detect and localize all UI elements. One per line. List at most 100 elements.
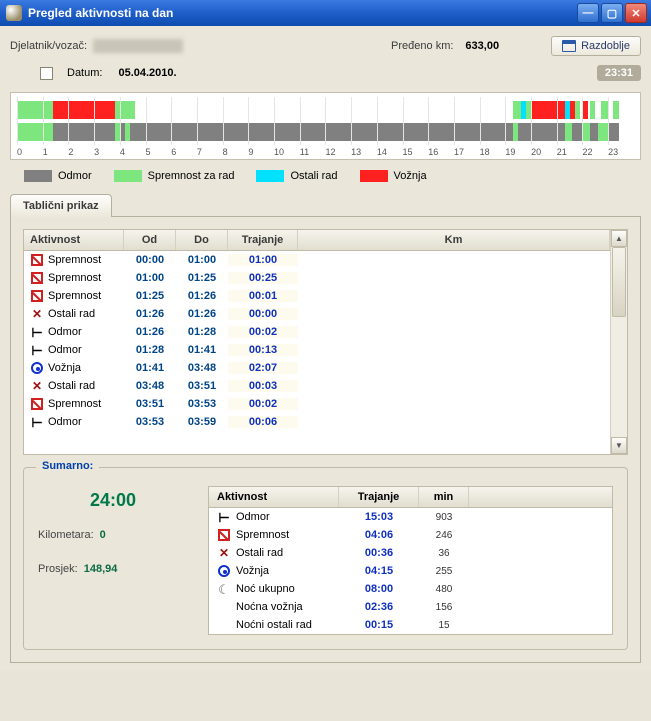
summary-row: ☾Noć ukupno08:00480 xyxy=(209,580,612,598)
to-cell: 01:41 xyxy=(176,344,228,356)
sum-duration-cell: 00:15 xyxy=(339,619,419,631)
legend-ready: Spremnost za rad xyxy=(148,170,235,182)
duration-cell: 00:00 xyxy=(228,308,298,320)
duration-cell: 00:06 xyxy=(228,416,298,428)
tick-label: 13 xyxy=(351,147,377,157)
from-cell: 03:53 xyxy=(124,416,176,428)
sum-min-cell: 480 xyxy=(419,584,469,595)
col-duration[interactable]: Trajanje xyxy=(228,230,298,250)
activity-cell: Spremnost xyxy=(48,254,101,266)
sum-min-cell: 255 xyxy=(419,566,469,577)
timeline-segment xyxy=(590,123,598,141)
activity-grid: Aktivnost Od Do Trajanje Km Spremnost00:… xyxy=(23,229,628,455)
summary-km-label: Kilometara: xyxy=(38,529,94,541)
close-button[interactable]: ✕ xyxy=(625,3,647,23)
tab-table-view[interactable]: Tablični prikaz xyxy=(10,194,112,217)
timeline-segment xyxy=(601,101,609,119)
date-label: Datum: xyxy=(67,67,102,79)
to-cell: 01:26 xyxy=(176,308,228,320)
from-cell: 03:51 xyxy=(124,398,176,410)
from-cell: 01:26 xyxy=(124,308,176,320)
table-row[interactable]: ✕Ostali rad03:4803:5100:03 xyxy=(24,377,610,395)
scroll-thumb[interactable] xyxy=(612,247,626,317)
other-swatch xyxy=(256,170,284,182)
from-cell: 01:25 xyxy=(124,290,176,302)
table-row[interactable]: Spremnost 01:2501:2600:01 xyxy=(24,287,610,305)
date-checkbox[interactable] xyxy=(40,67,53,80)
tick-label: 18 xyxy=(480,147,506,157)
table-row[interactable]: Spremnost01:0001:2500:25 xyxy=(24,269,610,287)
activity-cell: Spremnost xyxy=(48,398,101,410)
to-cell: 03:48 xyxy=(176,362,228,374)
minimize-button[interactable]: — xyxy=(577,3,599,23)
table-row[interactable]: ⊢Odmor03:5303:5900:06 xyxy=(24,413,610,431)
sum-duration-cell: 04:06 xyxy=(339,529,419,541)
from-cell: 01:26 xyxy=(124,326,176,338)
to-cell: 01:26 xyxy=(176,290,228,302)
duration-cell: 00:02 xyxy=(228,398,298,410)
table-row[interactable]: ✕Ostali rad01:2601:2600:00 xyxy=(24,305,610,323)
timeline-segment xyxy=(518,123,531,141)
duration-cell: 00:03 xyxy=(228,380,298,392)
sum-col-min[interactable]: min xyxy=(419,487,469,507)
col-activity[interactable]: Aktivnost xyxy=(24,230,124,250)
tick-label: 7 xyxy=(197,147,223,157)
table-row[interactable]: Vožnja01:4103:4802:07 xyxy=(24,359,610,377)
col-to[interactable]: Do xyxy=(176,230,228,250)
timeline-segment xyxy=(531,123,564,141)
tick-label: 21 xyxy=(557,147,583,157)
tick-label: 16 xyxy=(428,147,454,157)
activity-cell: Spremnost xyxy=(48,272,101,284)
tick-label: 3 xyxy=(94,147,120,157)
summary-row: Spremnost04:06246 xyxy=(209,526,612,544)
table-row[interactable]: ⊢Odmor01:2801:4100:13 xyxy=(24,341,610,359)
timeline-chart: 01234567891011121314151617181920212223 xyxy=(10,92,641,160)
timeline-segment xyxy=(54,123,114,141)
summary-title: Sumarno: xyxy=(36,460,99,472)
sum-min-cell: 903 xyxy=(419,512,469,523)
timeline-segment xyxy=(135,123,513,141)
duration-cell: 00:13 xyxy=(228,344,298,356)
sum-activity-cell: Spremnost xyxy=(236,529,289,541)
sum-col-duration[interactable]: Trajanje xyxy=(339,487,419,507)
timeline-segment xyxy=(128,101,136,119)
summary-row: Noćni ostali rad00:1515 xyxy=(209,616,612,634)
timeline-segment xyxy=(572,123,582,141)
table-row[interactable]: Spremnost03:5103:5300:02 xyxy=(24,395,610,413)
sum-duration-cell: 08:00 xyxy=(339,583,419,595)
summary-group: Sumarno: 24:00 Kilometara:0 Prosjek:148,… xyxy=(23,467,628,650)
sum-min-cell: 15 xyxy=(419,620,469,631)
ready-icon xyxy=(30,271,44,285)
table-row[interactable]: ⊢Odmor01:2601:2800:02 xyxy=(24,323,610,341)
timeline-segment xyxy=(590,101,595,119)
window-title: Pregled aktivnosti na dan xyxy=(28,6,173,20)
sum-activity-cell: Vožnja xyxy=(236,565,269,577)
to-cell: 01:25 xyxy=(176,272,228,284)
col-from[interactable]: Od xyxy=(124,230,176,250)
app-icon xyxy=(6,5,22,21)
maximize-button[interactable]: ▢ xyxy=(601,3,623,23)
grid-scrollbar[interactable]: ▲ ▼ xyxy=(610,230,627,454)
scroll-down-button[interactable]: ▼ xyxy=(611,437,627,454)
rest-swatch xyxy=(24,170,52,182)
tick-label: 19 xyxy=(505,147,531,157)
ready-icon xyxy=(30,253,44,267)
tick-label: 17 xyxy=(454,147,480,157)
activity-cell: Spremnost xyxy=(48,290,101,302)
from-cell: 01:00 xyxy=(124,272,176,284)
duration-cell: 00:01 xyxy=(228,290,298,302)
sum-col-activity[interactable]: Aktivnost xyxy=(209,487,339,507)
bed-icon: ⊢ xyxy=(30,325,44,339)
calendar-icon xyxy=(562,40,576,52)
col-km[interactable]: Km xyxy=(298,230,610,250)
summary-row: ⊢Odmor15:03903 xyxy=(209,508,612,526)
scroll-up-button[interactable]: ▲ xyxy=(611,230,627,247)
activity-cell: Odmor xyxy=(48,326,82,338)
period-button-label: Razdoblje xyxy=(581,40,630,52)
period-button[interactable]: Razdoblje xyxy=(551,36,641,56)
bed-icon: ⊢ xyxy=(217,510,231,524)
timeline-segment xyxy=(17,101,53,119)
tick-label: 9 xyxy=(248,147,274,157)
table-row[interactable]: Spremnost00:0001:0001:00 xyxy=(24,251,610,269)
from-cell: 01:41 xyxy=(124,362,176,374)
